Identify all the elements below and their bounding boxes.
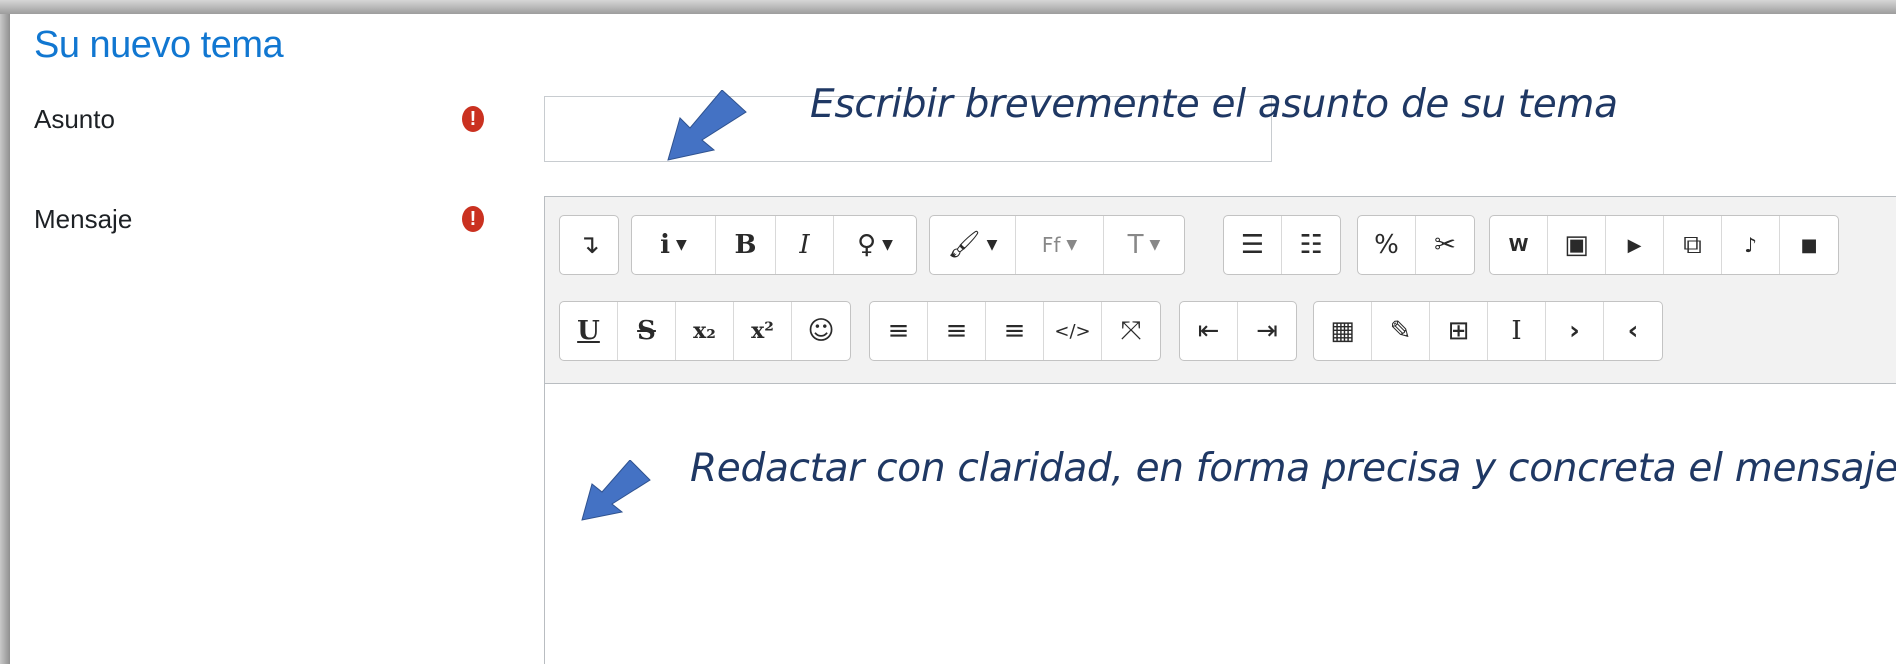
toolbar-group-collapse: ↴ bbox=[559, 215, 619, 275]
toolbar-group-style: i ▼ B I ♀ ▼ bbox=[631, 215, 917, 275]
message-textarea[interactable] bbox=[545, 384, 1896, 664]
toolbar-group-lists: ☰ ☷ bbox=[1223, 215, 1341, 275]
paintbrush-icon[interactable]: 🖌 ▼ bbox=[930, 216, 1016, 274]
unordered-list-icon[interactable]: ☰ bbox=[1224, 216, 1282, 274]
link-icon[interactable]: % bbox=[1358, 216, 1416, 274]
message-annotation: Redactar con claridad, en forma precisa … bbox=[690, 446, 1896, 491]
chevron-right-icon[interactable]: › bbox=[1546, 302, 1604, 360]
subject-annotation: Escribir brevemente el asunto de su tema bbox=[810, 82, 1618, 127]
table-icon[interactable]: ⊞ bbox=[1430, 302, 1488, 360]
manage-files-icon[interactable]: ⧉ bbox=[1664, 216, 1722, 274]
arrow-icon bbox=[667, 90, 747, 161]
audio-icon[interactable]: ♪ bbox=[1722, 216, 1780, 274]
strikethrough-icon[interactable]: S bbox=[618, 302, 676, 360]
toolbar-group-align: ≡ ≡ ≡ </> ⤧ bbox=[869, 301, 1161, 361]
toolbar-group-media: W ▣ ▶ ⧉ ♪ ■ bbox=[1489, 215, 1839, 275]
outdent-icon[interactable]: ⇤ bbox=[1180, 302, 1238, 360]
info-icon[interactable]: i ▼ bbox=[632, 216, 716, 274]
toolbar-group-text: U S x₂ x² ☺ bbox=[559, 301, 851, 361]
message-label: Mensaje bbox=[34, 204, 133, 234]
forum-post-form: Su nuevo tema Asunto ! Mensaje ! ↴ i ▼ B … bbox=[10, 14, 1896, 664]
toolbar-group-indent: ⇤ ⇥ bbox=[1179, 301, 1297, 361]
message-editor: ↴ i ▼ B I ♀ ▼ 🖌 ▼ Ff ▼ T ▼ ☰ ☷ % ✂ W ▣ ▶… bbox=[544, 196, 1896, 664]
word-paste-icon[interactable]: W bbox=[1490, 216, 1548, 274]
font-family-icon[interactable]: Ff ▼ bbox=[1016, 216, 1104, 274]
media-icon[interactable]: ▶ bbox=[1606, 216, 1664, 274]
toolbar-group-font: 🖌 ▼ Ff ▼ T ▼ bbox=[929, 215, 1185, 275]
html-icon[interactable]: </> bbox=[1044, 302, 1102, 360]
lightbulb-icon[interactable]: ♀ ▼ bbox=[834, 216, 916, 274]
window-left-shadow bbox=[0, 14, 10, 664]
toolbar-group-links: % ✂ bbox=[1357, 215, 1475, 275]
align-left-icon[interactable]: ≡ bbox=[870, 302, 928, 360]
indent-icon[interactable]: ⇥ bbox=[1238, 302, 1296, 360]
section-title: Su nuevo tema bbox=[34, 24, 284, 66]
font-size-icon[interactable]: T ▼ bbox=[1104, 216, 1184, 274]
toolbar-toggle-icon[interactable]: ↴ bbox=[560, 216, 618, 274]
video-icon[interactable]: ■ bbox=[1780, 216, 1838, 274]
superscript-icon[interactable]: x² bbox=[734, 302, 792, 360]
subscript-icon[interactable]: x₂ bbox=[676, 302, 734, 360]
image-icon[interactable]: ▣ bbox=[1548, 216, 1606, 274]
ordered-list-icon[interactable]: ☷ bbox=[1282, 216, 1340, 274]
fullscreen-icon[interactable]: ⤧ bbox=[1102, 302, 1160, 360]
chevron-left-icon[interactable]: ‹ bbox=[1604, 302, 1662, 360]
bold-icon[interactable]: B bbox=[716, 216, 776, 274]
unlink-icon[interactable]: ✂ bbox=[1416, 216, 1474, 274]
editor-toolbar: ↴ i ▼ B I ♀ ▼ 🖌 ▼ Ff ▼ T ▼ ☰ ☷ % ✂ W ▣ ▶… bbox=[545, 197, 1896, 384]
required-icon: ! bbox=[462, 206, 484, 232]
italic-icon[interactable]: I bbox=[776, 216, 834, 274]
window-top-shadow bbox=[0, 0, 1896, 14]
align-center-icon[interactable]: ≡ bbox=[928, 302, 986, 360]
arrow-icon bbox=[581, 460, 651, 521]
subject-label: Asunto bbox=[34, 104, 115, 134]
text-cursor-icon[interactable]: I bbox=[1488, 302, 1546, 360]
toolbar-group-tools: ▦ ✎ ⊞ I › ‹ bbox=[1313, 301, 1663, 361]
underline-icon[interactable]: U bbox=[560, 302, 618, 360]
align-right-icon[interactable]: ≡ bbox=[986, 302, 1044, 360]
emoticon-icon[interactable]: ☺ bbox=[792, 302, 850, 360]
calculator-icon[interactable]: ▦ bbox=[1314, 302, 1372, 360]
required-icon: ! bbox=[462, 106, 484, 132]
edit-icon[interactable]: ✎ bbox=[1372, 302, 1430, 360]
